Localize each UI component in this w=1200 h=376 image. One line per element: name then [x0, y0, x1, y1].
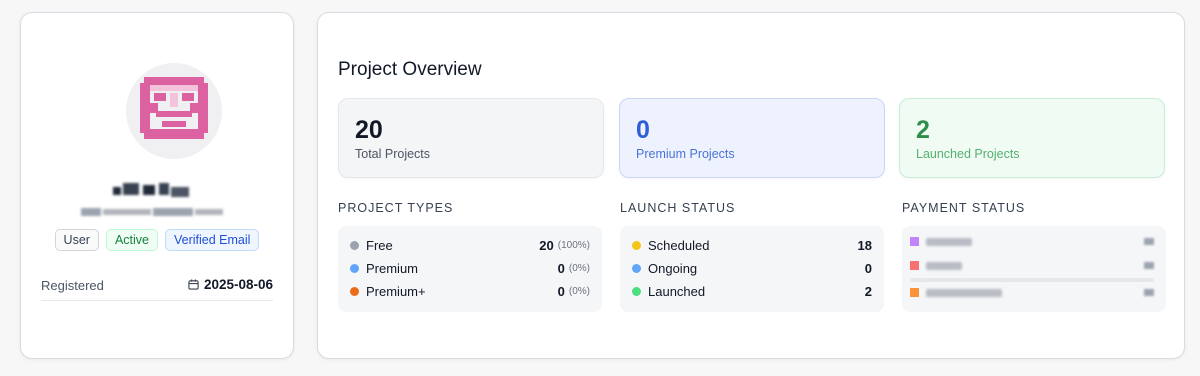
user-badges: User Active Verified Email: [21, 229, 293, 251]
list-item: [910, 235, 1154, 249]
stat-value: 20: [355, 116, 383, 144]
payment-value-redacted: [1144, 238, 1154, 245]
user-name-redacted: [113, 183, 189, 197]
payment-value-redacted: [1144, 262, 1154, 269]
premium-dot-icon: [350, 263, 359, 273]
project-types-heading: PROJECT TYPES: [338, 201, 454, 215]
launched-projects-stat: 2 Launched Projects: [899, 98, 1165, 178]
item-percent: (0%): [568, 262, 590, 274]
status-badge: Active: [105, 229, 158, 251]
stat-label: Total Projects: [355, 147, 431, 161]
item-value: 0: [557, 260, 565, 276]
item-label: Premium: [366, 260, 419, 276]
ongoing-dot-icon: [632, 263, 641, 273]
project-overview-card: Project Overview 20 Total Projects 0 Pre…: [317, 12, 1185, 359]
item-value: 0: [557, 283, 565, 299]
stat-value: 0: [636, 116, 650, 144]
payment-status-heading: PAYMENT STATUS: [902, 201, 1026, 215]
stat-label: Premium Projects: [636, 147, 735, 161]
payment-color-icon: [910, 237, 919, 246]
payment-divider: [910, 278, 1154, 282]
avatar-identicon: [140, 77, 208, 139]
premium-projects-stat: 0 Premium Projects: [619, 98, 885, 178]
item-value: 20: [539, 237, 554, 253]
premium-plus-dot-icon: [350, 286, 359, 296]
item-percent: (100%): [557, 239, 590, 251]
payment-label-redacted: [926, 289, 1002, 297]
page-title: Project Overview: [338, 59, 482, 80]
item-label: Scheduled: [648, 237, 710, 253]
list-item: Premium+ 0 (0%): [350, 282, 590, 300]
list-item: Ongoing 0: [632, 259, 872, 277]
registered-label: Registered: [41, 278, 104, 293]
registered-row: Registered 2025-08-06: [41, 276, 273, 301]
launch-status-heading: LAUNCH STATUS: [620, 201, 736, 215]
list-item: [910, 259, 1154, 273]
stat-value: 2: [916, 116, 930, 144]
launch-status-panel: Scheduled 18 Ongoing 0 Launched 2: [620, 226, 884, 312]
registered-date: 2025-08-06: [203, 277, 273, 292]
item-label: Premium+: [366, 283, 426, 299]
item-label: Free: [366, 237, 393, 253]
list-item: Scheduled 18: [632, 236, 872, 254]
item-label: Launched: [648, 283, 706, 299]
total-projects-stat: 20 Total Projects: [338, 98, 604, 178]
list-item: Launched 2: [632, 282, 872, 300]
payment-label-redacted: [926, 238, 972, 246]
list-item: [910, 286, 1154, 300]
user-email-redacted: [81, 208, 223, 216]
payment-value-redacted: [1144, 289, 1154, 296]
free-dot-icon: [350, 240, 359, 250]
stat-label: Launched Projects: [916, 147, 1020, 161]
scheduled-dot-icon: [632, 240, 641, 250]
payment-label-redacted: [926, 262, 962, 270]
payment-color-icon: [910, 261, 919, 270]
item-percent: (0%): [568, 285, 590, 297]
registered-value: 2025-08-06: [188, 277, 273, 292]
avatar: [126, 63, 222, 159]
role-badge: User: [54, 229, 99, 251]
item-value: 0: [864, 260, 872, 276]
verified-email-badge: Verified Email: [165, 229, 260, 251]
list-item: Free 20 (100%): [350, 236, 590, 254]
payment-status-panel: [902, 226, 1166, 312]
item-value: 2: [864, 283, 872, 299]
item-label: Ongoing: [648, 260, 698, 276]
calendar-icon: [188, 279, 199, 290]
profile-card: User Active Verified Email Registered 20…: [20, 12, 294, 359]
payment-color-icon: [910, 288, 919, 297]
project-types-panel: Free 20 (100%) Premium 0 (0%) Premium+ 0…: [338, 226, 602, 312]
list-item: Premium 0 (0%): [350, 259, 590, 277]
item-value: 18: [857, 237, 872, 253]
launched-dot-icon: [632, 286, 641, 296]
